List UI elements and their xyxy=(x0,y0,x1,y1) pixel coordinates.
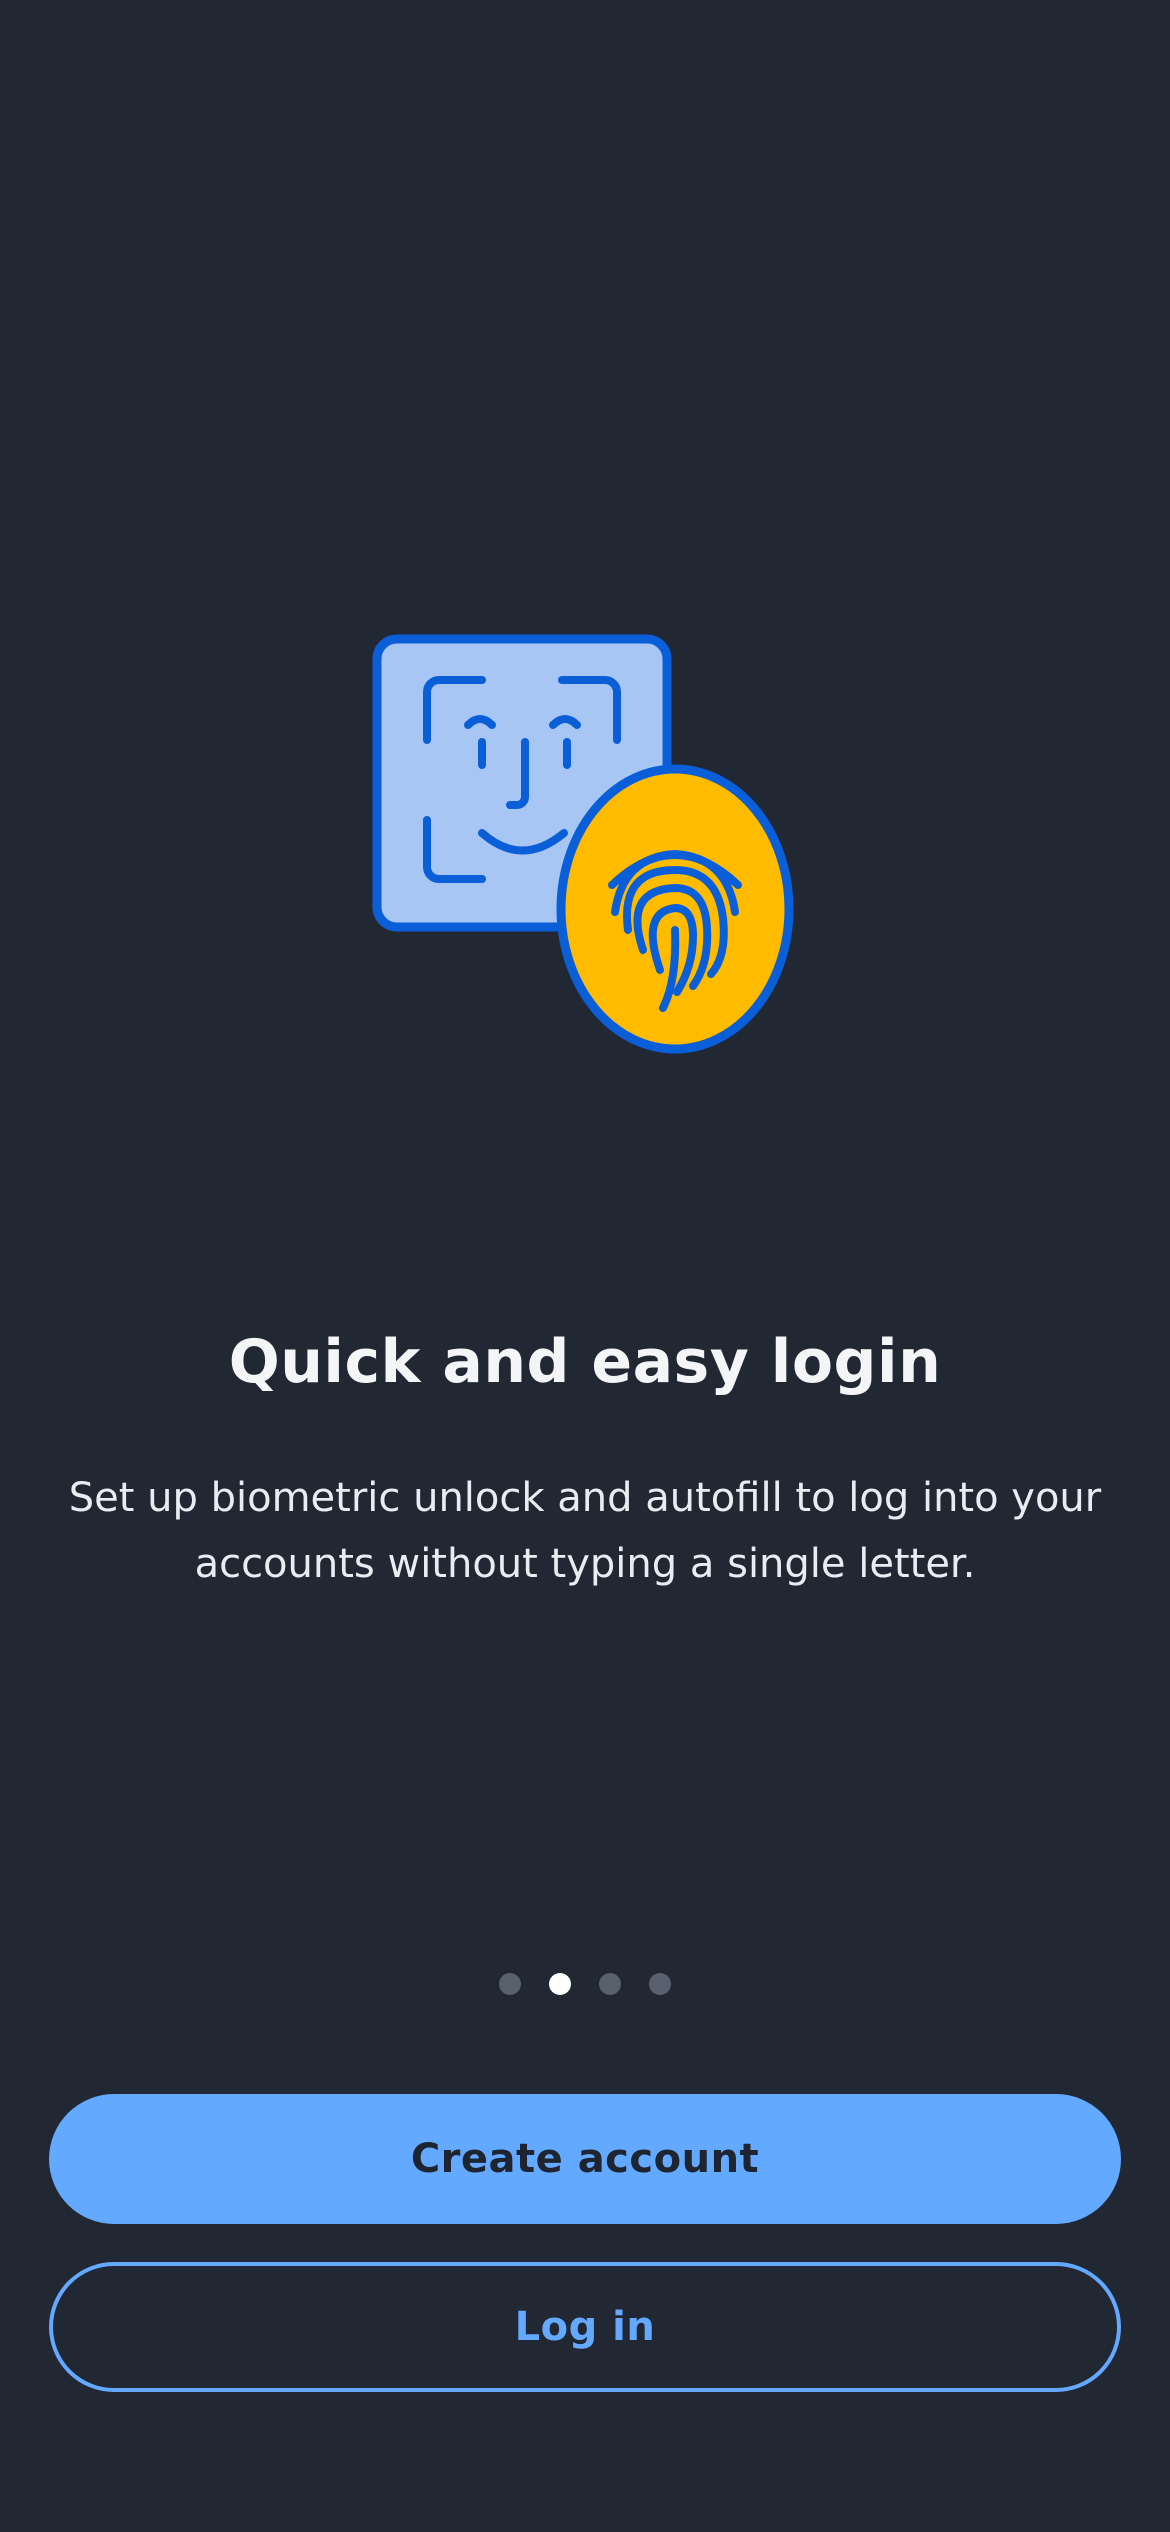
fingerprint-icon xyxy=(556,764,794,1054)
page-dot-4[interactable] xyxy=(649,1973,671,1995)
create-account-button[interactable]: Create account xyxy=(49,2094,1121,2224)
log-in-button[interactable]: Log in xyxy=(49,2262,1121,2392)
page-dot-2-active[interactable] xyxy=(549,1973,571,1995)
page-description: Set up biometric unlock and autofill to … xyxy=(68,1475,1102,1587)
page-dot-3[interactable] xyxy=(599,1973,621,1995)
biometric-illustration xyxy=(370,630,800,1060)
page-title: Quick and easy login xyxy=(228,1327,942,1397)
page-dot-1[interactable] xyxy=(499,1973,521,1995)
biometric-illustration-graphic xyxy=(372,634,794,1054)
page-indicator xyxy=(0,1973,1170,1995)
